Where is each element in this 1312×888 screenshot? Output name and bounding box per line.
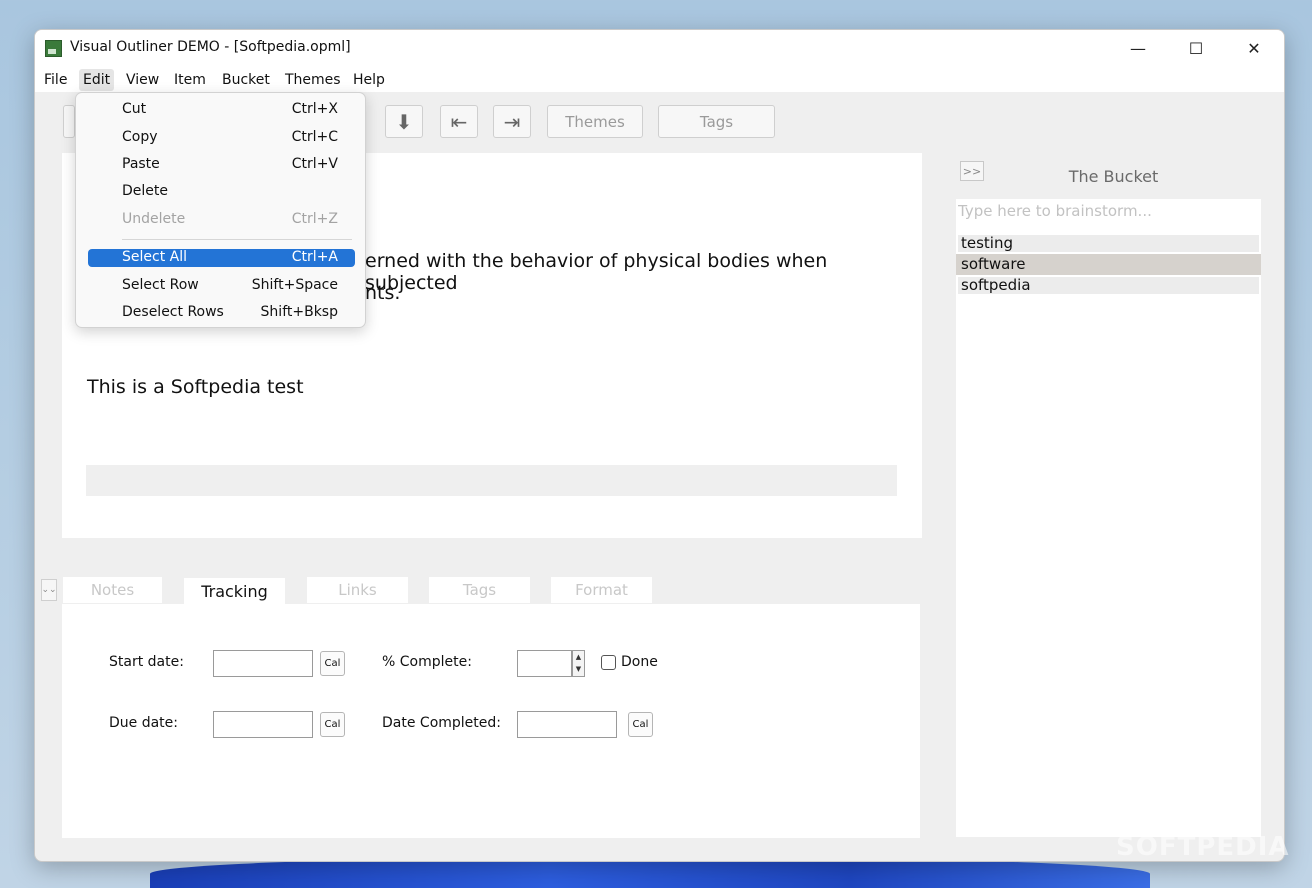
app-icon (45, 40, 62, 57)
arrow-down-icon: ⬇ (395, 109, 413, 134)
menu-item[interactable]: Item (170, 69, 210, 91)
outdent-button[interactable]: ⇤ (440, 105, 478, 138)
bucket-header: >> The Bucket (956, 153, 1261, 199)
menu-copy[interactable]: Copy Ctrl+C (88, 129, 355, 147)
due-date-label: Due date: (109, 715, 179, 731)
percent-spinner[interactable]: ▲ ▼ (572, 650, 585, 677)
date-completed-input[interactable] (517, 711, 617, 738)
minimize-button[interactable]: — (1109, 30, 1167, 66)
tracking-panel: Start date: Cal % Complete: ▲ ▼ Done Due… (62, 604, 920, 838)
indent-button[interactable]: ⇥ (493, 105, 531, 138)
outline-row-text[interactable]: erned with the behavior of physical bodi… (365, 250, 922, 294)
maximize-button[interactable]: ☐ (1167, 30, 1225, 66)
softpedia-watermark: SOFTPEDIA (1116, 832, 1290, 862)
tab-format[interactable]: Format (551, 577, 652, 603)
bucket-item-selected[interactable]: software (956, 254, 1261, 275)
start-date-label: Start date: (109, 654, 184, 670)
bucket-item[interactable]: softpedia (958, 277, 1259, 294)
edit-menu-dropdown: Cut Ctrl+X Copy Ctrl+C Paste Ctrl+V Dele… (75, 92, 366, 328)
menu-paste[interactable]: Paste Ctrl+V (88, 156, 355, 174)
toolbar-button-partial[interactable] (63, 105, 75, 138)
menu-bar: File Edit View Item Bucket Themes Help (35, 66, 1284, 92)
menu-deselect-rows[interactable]: Deselect Rows Shift+Bksp (88, 304, 355, 322)
bucket-panel: >> The Bucket testing software softpedia (956, 153, 1261, 837)
menu-help[interactable]: Help (349, 69, 389, 91)
outline-row-softpedia[interactable]: This is a Softpedia test (87, 376, 304, 398)
tab-notes[interactable]: Notes (63, 577, 162, 603)
move-down-button[interactable]: ⬇ (385, 105, 423, 138)
menu-themes[interactable]: Themes (281, 69, 345, 91)
title-bar: Visual Outliner DEMO - [Softpedia.opml] … (35, 30, 1284, 66)
done-label: Done (621, 654, 658, 670)
window-title: Visual Outliner DEMO - [Softpedia.opml] (70, 39, 351, 55)
tab-links[interactable]: Links (307, 577, 408, 603)
bucket-title: The Bucket (1068, 167, 1159, 186)
themes-button[interactable]: Themes (547, 105, 643, 138)
percent-complete-input[interactable] (517, 650, 572, 677)
tab-tags[interactable]: Tags (429, 577, 530, 603)
menu-cut[interactable]: Cut Ctrl+X (88, 101, 355, 119)
tab-tracking[interactable]: Tracking (184, 578, 285, 605)
outdent-icon: ⇤ (450, 109, 468, 134)
indent-icon: ⇥ (503, 109, 521, 134)
date-completed-label: Date Completed: (382, 715, 501, 731)
menu-select-row[interactable]: Select Row Shift+Space (88, 277, 355, 295)
spin-down-icon[interactable]: ▼ (573, 663, 584, 675)
spin-up-icon[interactable]: ▲ (573, 651, 584, 663)
percent-complete-label: % Complete: (382, 654, 472, 670)
menu-select-all[interactable]: Select All Ctrl+A (88, 249, 355, 267)
start-date-cal-button[interactable]: Cal (320, 651, 345, 676)
date-completed-cal-button[interactable]: Cal (628, 712, 653, 737)
close-button[interactable]: ✕ (1225, 30, 1283, 66)
bucket-item[interactable]: testing (958, 235, 1259, 252)
menu-undelete: Undelete Ctrl+Z (122, 211, 338, 227)
due-date-input[interactable] (213, 711, 313, 738)
desktop-wallpaper (150, 858, 1150, 888)
outline-new-row[interactable] (86, 465, 897, 496)
tags-button[interactable]: Tags (658, 105, 775, 138)
outline-row-text-continued[interactable]: nts. (365, 282, 400, 304)
due-date-cal-button[interactable]: Cal (320, 712, 345, 737)
menu-separator (122, 239, 352, 240)
menu-delete[interactable]: Delete (88, 183, 355, 201)
menu-edit[interactable]: Edit (79, 69, 115, 91)
brainstorm-input[interactable] (956, 199, 1261, 223)
collapse-details-button[interactable]: ⌄⌄ (41, 579, 57, 601)
menu-file[interactable]: File (40, 69, 71, 91)
menu-view[interactable]: View (122, 69, 163, 91)
menu-bucket[interactable]: Bucket (218, 69, 274, 91)
start-date-input[interactable] (213, 650, 313, 677)
done-checkbox[interactable] (601, 655, 616, 670)
